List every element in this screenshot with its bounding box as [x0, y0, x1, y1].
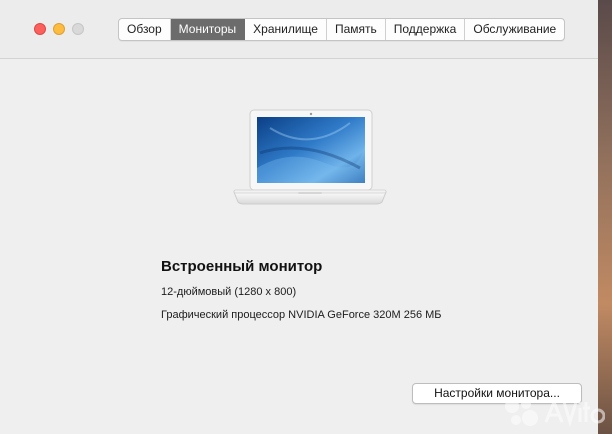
watermark-logo-icon [505, 397, 605, 428]
displays-pane: Встроенный монитор 12-дюймовый (1280 x 8… [0, 59, 598, 434]
tab-overview[interactable]: Обзор [119, 19, 171, 40]
close-window-button[interactable] [34, 23, 46, 35]
about-this-mac-window: Обзор Мониторы Хранилище Память Поддержк… [0, 0, 598, 434]
window-titlebar: Обзор Мониторы Хранилище Память Поддержк… [0, 0, 598, 59]
tab-bar: Обзор Мониторы Хранилище Память Поддержк… [118, 18, 566, 41]
tab-support[interactable]: Поддержка [386, 19, 466, 40]
white-macbook-icon [233, 109, 387, 205]
desktop-wallpaper [598, 0, 612, 434]
tab-storage[interactable]: Хранилище [245, 19, 327, 40]
tab-service[interactable]: Обслуживание [465, 19, 564, 40]
display-name: Встроенный монитор [161, 258, 323, 275]
zoom-window-button[interactable] [72, 23, 84, 35]
display-size: 12-дюймовый (1280 x 800) [161, 286, 297, 298]
tab-displays[interactable]: Мониторы [170, 19, 246, 40]
minimize-window-button[interactable] [53, 23, 65, 35]
display-gpu: Графический процессор NVIDIA GeForce 320… [161, 309, 442, 321]
tab-memory[interactable]: Память [327, 19, 386, 40]
